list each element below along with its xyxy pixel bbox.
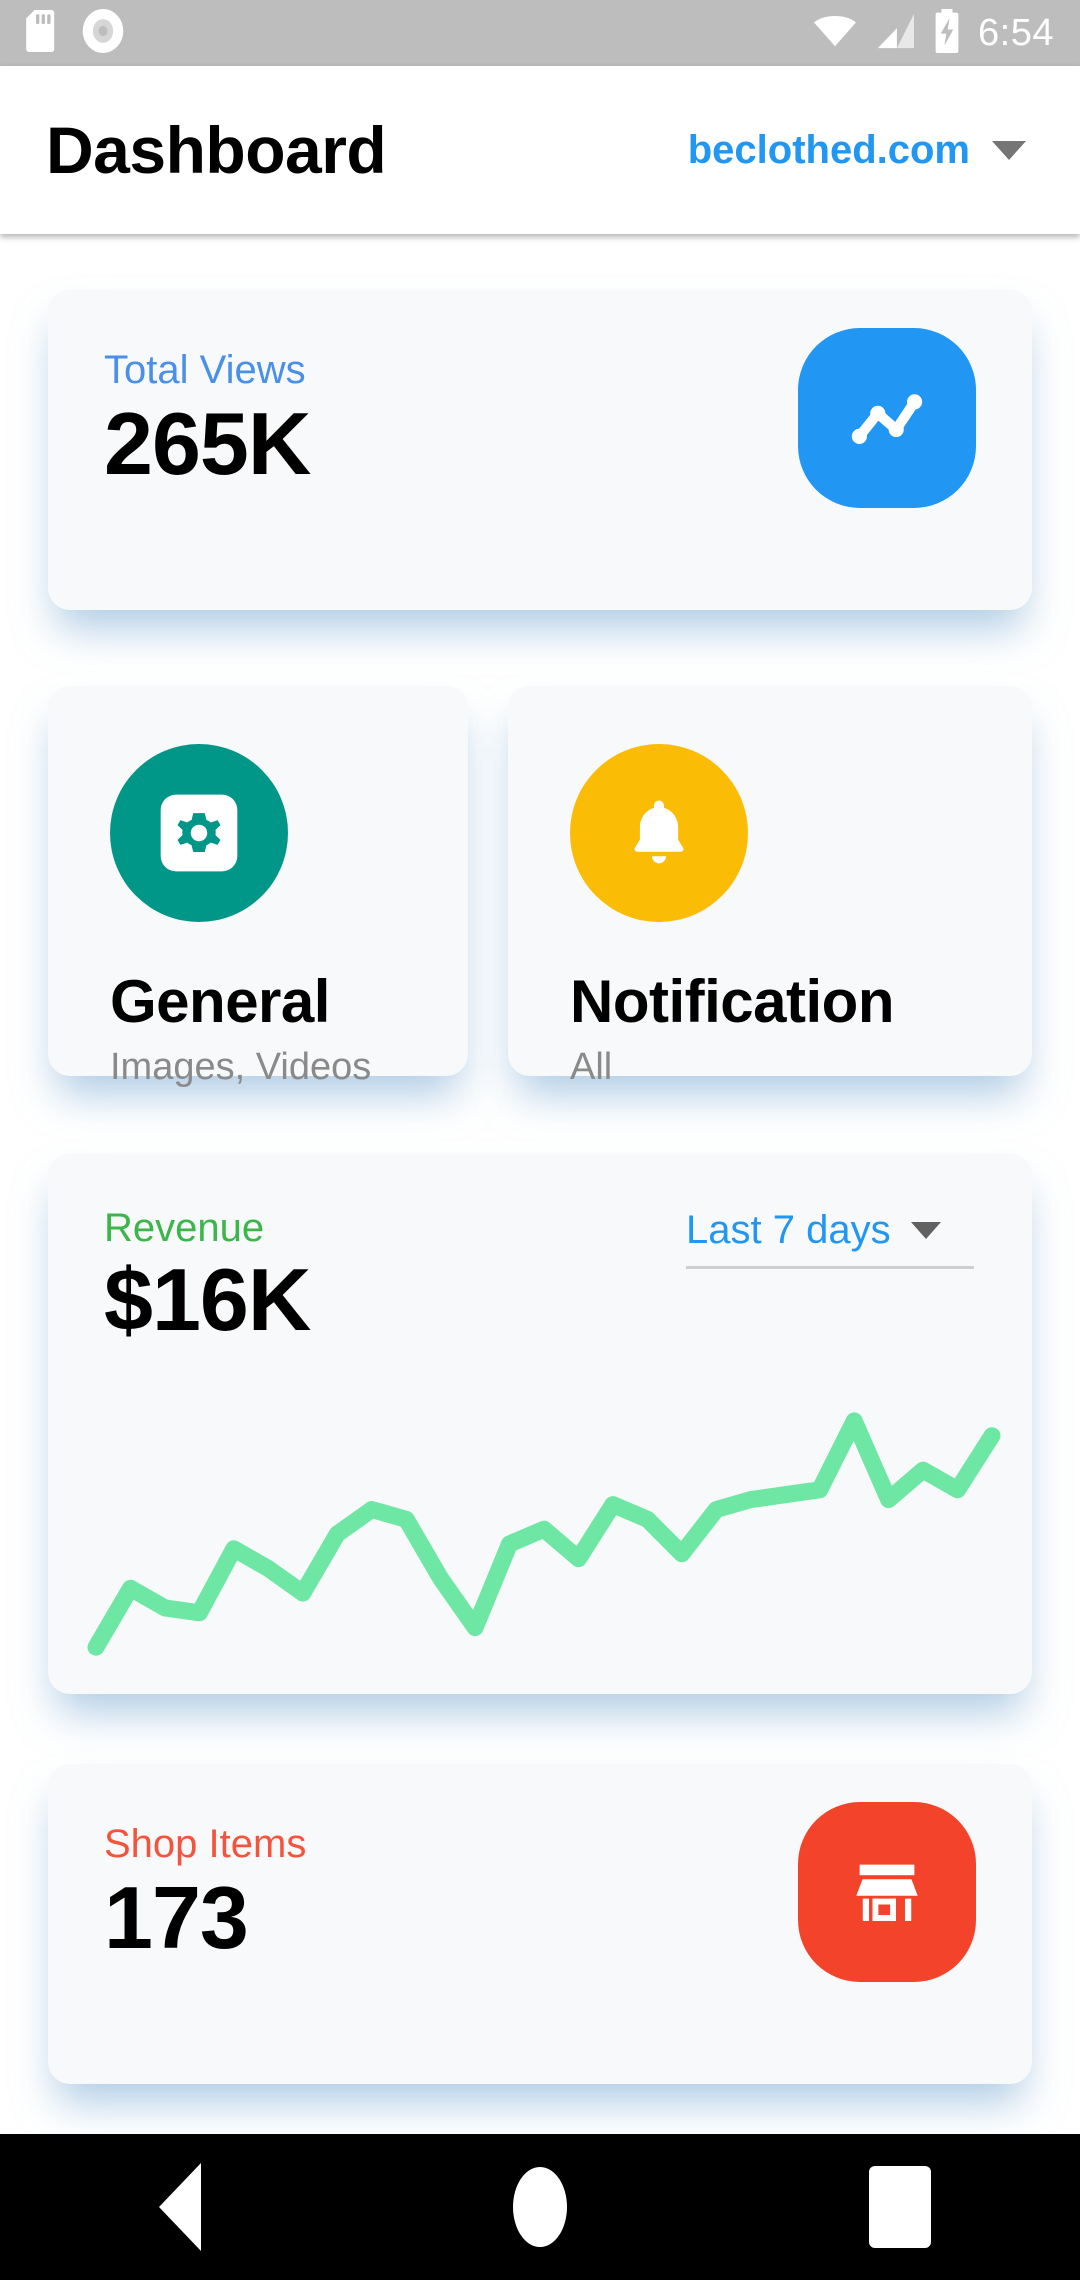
- chevron-down-icon: [910, 1221, 941, 1239]
- status-bar-clock: 6:54: [978, 11, 1054, 54]
- revenue-card[interactable]: Revenue $16K Last 7 days: [48, 1154, 1032, 1694]
- dashboard-scroll-area[interactable]: Total Views 265K General Images, Videos …: [0, 234, 1080, 2134]
- status-bar-left-icons: [26, 8, 124, 58]
- home-icon: [513, 2167, 567, 2247]
- status-bar-right-icons: 6:54: [812, 8, 1054, 58]
- shop-items-card[interactable]: Shop Items 173: [48, 1764, 1032, 2084]
- general-subtitle: Images, Videos: [110, 1046, 372, 1088]
- bell-icon: [570, 744, 748, 922]
- back-button[interactable]: [105, 2134, 255, 2280]
- sd-card-icon: [26, 9, 60, 57]
- phone-screen: 6:54 Dashboard beclothed.com Total Views…: [0, 0, 1080, 2280]
- notification-card[interactable]: Notification All: [508, 686, 1032, 1086]
- page-title: Dashboard: [46, 113, 387, 187]
- wifi-icon: [812, 12, 858, 55]
- revenue-sparkline: [87, 1412, 1001, 1656]
- status-bar: 6:54: [0, 0, 1080, 66]
- disc-icon: [82, 8, 124, 58]
- notification-title: Notification: [570, 968, 894, 1035]
- store-icon: [798, 1802, 976, 1982]
- revenue-range-label: Last 7 days: [686, 1208, 891, 1252]
- general-card[interactable]: General Images, Videos: [48, 686, 468, 1086]
- gear-icon: [110, 744, 288, 922]
- app-bar: Dashboard beclothed.com: [0, 66, 1080, 234]
- line-chart-icon: [798, 328, 976, 508]
- home-button[interactable]: [465, 2134, 615, 2280]
- site-selector-label: beclothed.com: [687, 127, 970, 172]
- cellular-signal-icon: [874, 12, 916, 55]
- recents-icon: [869, 2166, 931, 2248]
- recents-button[interactable]: [825, 2134, 975, 2280]
- battery-charging-icon: [932, 8, 962, 58]
- revenue-range-dropdown[interactable]: Last 7 days: [686, 1210, 974, 1269]
- total-views-card[interactable]: Total Views 265K: [48, 290, 1032, 610]
- back-icon: [159, 2163, 201, 2251]
- notification-subtitle: All: [570, 1046, 613, 1088]
- site-selector[interactable]: beclothed.com: [688, 128, 1034, 173]
- general-title: General: [110, 968, 330, 1035]
- android-navigation-bar: [0, 2134, 1080, 2280]
- chevron-down-icon: [992, 140, 1026, 160]
